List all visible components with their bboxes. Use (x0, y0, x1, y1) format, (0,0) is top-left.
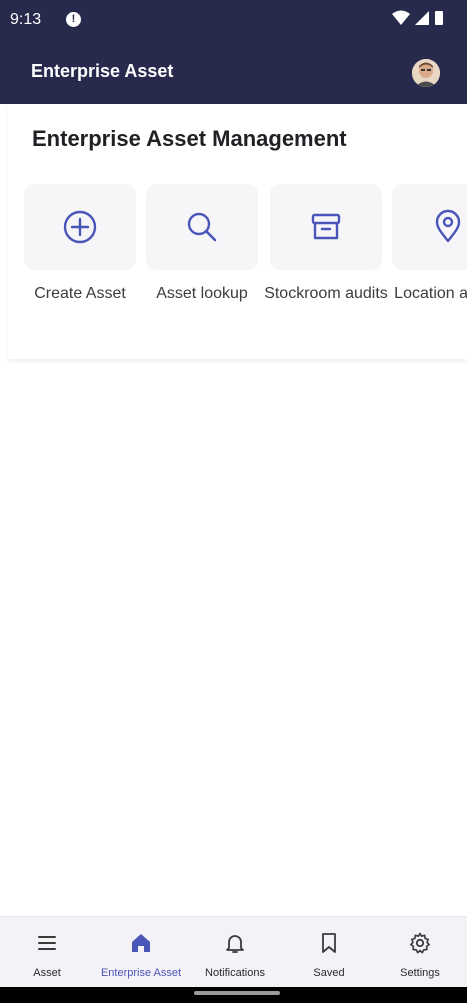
location-pin-icon (435, 209, 461, 243)
nav-notifications[interactable]: Notifications (188, 917, 282, 988)
status-icons (390, 8, 454, 35)
main-content: Enterprise Asset Management Create Asset… (0, 104, 467, 916)
archive-box-icon (311, 213, 341, 240)
nav-settings[interactable]: Settings (373, 917, 467, 988)
stockroom-audits-tile-button[interactable] (270, 184, 382, 270)
location-audits-label: Location audits (394, 285, 467, 302)
home-gesture-bar[interactable] (194, 991, 280, 995)
signal-icon (415, 11, 429, 25)
quick-actions-card: Enterprise Asset Management Create Asset… (8, 104, 467, 359)
home-icon (132, 934, 150, 952)
user-avatar[interactable] (412, 59, 440, 87)
gear-icon (410, 932, 430, 954)
menu-icon (38, 936, 56, 950)
create-asset-tile-button[interactable] (24, 184, 136, 270)
create-asset-tile[interactable]: Create Asset (18, 184, 142, 304)
nav-notifications-label: Notifications (205, 967, 265, 979)
nav-asset[interactable]: Asset (0, 917, 94, 988)
stockroom-audits-label: Stockroom audits (264, 285, 388, 302)
gesture-area (0, 987, 467, 1003)
location-audits-tile[interactable]: Location audits (386, 184, 467, 304)
asset-lookup-tile-button[interactable] (146, 184, 258, 270)
bell-icon (226, 935, 244, 953)
info-icon: ! (66, 12, 81, 27)
status-time: 9:13 (10, 11, 42, 28)
bottom-nav: Asset Enterprise Asset Notifications Sav… (0, 916, 467, 988)
battery-icon (435, 11, 443, 25)
location-audits-tile-button[interactable] (392, 184, 467, 270)
asset-lookup-label: Asset lookup (156, 285, 248, 302)
app-bar: Enterprise Asset (0, 40, 467, 104)
stockroom-audits-tile[interactable]: Stockroom audits (264, 184, 388, 304)
nav-saved[interactable]: Saved (282, 917, 376, 988)
nav-enterprise-asset[interactable]: Enterprise Asset (94, 917, 188, 988)
app-title: Enterprise Asset (31, 61, 174, 81)
asset-lookup-tile[interactable]: Asset lookup (140, 184, 264, 304)
status-bar: 9:13 ! (0, 0, 467, 40)
nav-settings-label: Settings (400, 967, 440, 979)
section-title: Enterprise Asset Management (32, 126, 347, 151)
plus-circle-icon (63, 210, 97, 244)
wifi-icon (392, 10, 410, 25)
bookmark-icon (322, 933, 336, 953)
nav-enterprise-asset-label: Enterprise Asset (100, 967, 182, 979)
create-asset-label: Create Asset (34, 285, 126, 302)
nav-asset-label: Asset (33, 967, 61, 979)
search-icon (187, 212, 217, 242)
nav-saved-label: Saved (313, 967, 345, 979)
